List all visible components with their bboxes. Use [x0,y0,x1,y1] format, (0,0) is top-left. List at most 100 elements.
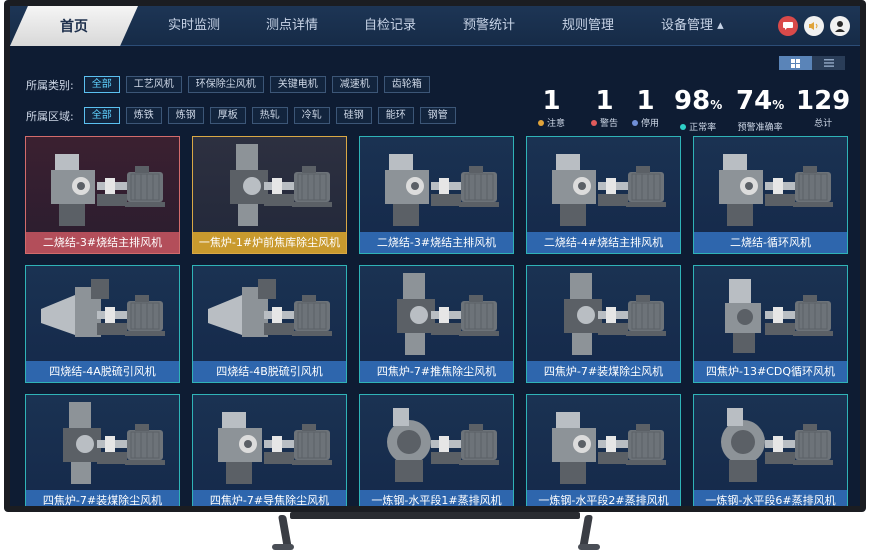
device-image [193,137,346,233]
view-toggle [779,56,845,70]
area-chip-all[interactable]: 全部 [83,107,120,124]
nav-device-manage[interactable]: 设备管理 ▴ [661,6,724,46]
area-chip-cold-roll[interactable]: 冷轧 [293,107,330,124]
device-image [26,137,179,233]
area-chip-energy[interactable]: 能环 [377,107,414,124]
status-dot-icon [680,123,687,130]
area-chip-silicon[interactable]: 硅钢 [335,107,372,124]
device-image [360,137,513,233]
nav-rule-manage[interactable]: 规则管理 [562,6,614,46]
area-chip-plate[interactable]: 厚板 [209,107,246,124]
device-card[interactable]: 一炼钢-水平段6#蒸排风机 [693,394,848,506]
device-name: 一炼钢-水平段1#蒸排风机 [360,490,513,506]
stat-value: 98% [674,86,722,120]
device-image [694,137,847,233]
device-image [193,395,346,491]
nav-alert-stats[interactable]: 预警统计 [463,6,515,46]
category-chip-key-motor[interactable]: 关键电机 [269,76,326,93]
device-card[interactable]: 二烧结-3#烧结主排风机 [25,136,180,254]
tv-stand-bar [290,512,580,519]
device-image [193,266,346,362]
device-image [527,266,680,362]
stat-attention: 1 注意 [538,86,565,129]
status-dot-icon [591,119,597,126]
stat-warning: 1 警告 [591,86,618,129]
area-chip-pipe[interactable]: 钢管 [419,107,456,124]
nav-actions [778,16,850,36]
nav-realtime-monitor[interactable]: 实时监测 [168,6,220,46]
stat-label-text: 正常率 [689,123,717,133]
stat-value: 1 [591,86,618,116]
stat-unit: % [772,98,785,112]
category-chip-gearbox[interactable]: 齿轮箱 [383,76,430,93]
stat-label-text: 停用 [641,119,660,129]
tv-stand-foot-left [272,544,294,550]
device-card[interactable]: 二烧结-3#烧结主排风机 [359,136,514,254]
device-name: 四焦炉-7#装煤除尘风机 [527,361,680,382]
nav-point-detail[interactable]: 测点详情 [266,6,318,46]
stat-label-text: 总计 [814,119,833,129]
sound-icon[interactable] [804,16,824,36]
area-chip-hot-roll[interactable]: 热轧 [251,107,288,124]
status-dot-icon [538,119,544,126]
stat-disabled: 1 停用 [632,86,659,129]
device-name: 一炼钢-水平段2#蒸排风机 [527,490,680,506]
message-icon[interactable] [778,16,798,36]
stat-label: 停用 [632,116,659,129]
device-card[interactable]: 二烧结-循环风机 [693,136,848,254]
list-view-icon[interactable] [812,56,845,70]
device-name: 一焦炉-1#炉前焦库除尘风机 [193,232,346,253]
stat-label: 警告 [591,116,618,129]
stat-accuracy: 74% 预警准确率 [736,86,784,133]
device-name: 二烧结-4#烧结主排风机 [527,232,680,253]
device-card[interactable]: 一炼钢-水平段1#蒸排风机 [359,394,514,506]
category-filter: 所属类别: 全部 工艺风机 环保除尘风机 关键电机 减速机 齿轮箱 [26,76,430,93]
device-card[interactable]: 四焦炉-7#装煤除尘风机 [526,265,681,383]
device-image [527,395,680,491]
stat-label-text: 注意 [547,119,566,129]
stat-value: 129 [796,86,850,116]
user-avatar-icon[interactable] [830,16,850,36]
area-chip-steel[interactable]: 炼钢 [167,107,204,124]
device-grid: 二烧结-3#烧结主排风机 一焦炉-1#炉前焦库除尘风机 二烧结-3#烧结主排风机… [25,136,848,506]
stat-label: 注意 [538,116,565,129]
stat-label: 总计 [796,116,850,129]
stat-total: 129 总计 [796,86,850,129]
device-image [26,266,179,362]
nav-self-check-log[interactable]: 自检记录 [364,6,416,46]
stat-label-text: 警告 [600,119,619,129]
category-chip-dust-fan[interactable]: 环保除尘风机 [187,76,264,93]
stat-number: 98 [674,86,711,116]
device-name: 二烧结-3#烧结主排风机 [26,232,179,253]
device-image [360,395,513,491]
category-chip-process-fan[interactable]: 工艺风机 [125,76,182,93]
stat-value: 1 [632,86,659,116]
device-name: 二烧结-循环风机 [694,232,847,253]
device-name: 四烧结-4A脱硫引风机 [26,361,179,382]
device-card[interactable]: 四焦炉-7#推焦除尘风机 [359,265,514,383]
device-card[interactable]: 一炼钢-水平段2#蒸排风机 [526,394,681,506]
device-card[interactable]: 四烧结-4B脱硫引风机 [192,265,347,383]
area-chip-iron[interactable]: 炼铁 [125,107,162,124]
device-card[interactable]: 四焦炉-7#导焦除尘风机 [192,394,347,506]
device-card[interactable]: 四烧结-4A脱硫引风机 [25,265,180,383]
device-name: 四焦炉-13#CDQ循环风机 [694,361,847,382]
stat-value: 74% [736,86,784,120]
category-chip-reducer[interactable]: 减速机 [331,76,378,93]
stat-unit: % [710,98,723,112]
grid-view-icon[interactable] [779,56,812,70]
category-chip-all[interactable]: 全部 [83,76,120,93]
device-card[interactable]: 二烧结-4#烧结主排风机 [526,136,681,254]
stat-number: 1 [542,86,561,116]
device-card[interactable]: 四焦炉-13#CDQ循环风机 [693,265,848,383]
nav-home-tab[interactable]: 首页 [10,6,138,46]
device-card[interactable]: 四焦炉-7#装煤除尘风机 [25,394,180,506]
device-name: 四焦炉-7#装煤除尘风机 [26,490,179,506]
stat-number: 1 [595,86,614,116]
device-image [527,137,680,233]
device-image [26,395,179,491]
device-name: 四烧结-4B脱硫引风机 [193,361,346,382]
stat-number: 74 [736,86,773,116]
dashboard-screen: 首页 实时监测 测点详情 自检记录 预警统计 规则管理 设备管理 ▴ 所属类别: [10,6,860,506]
device-card[interactable]: 一焦炉-1#炉前焦库除尘风机 [192,136,347,254]
